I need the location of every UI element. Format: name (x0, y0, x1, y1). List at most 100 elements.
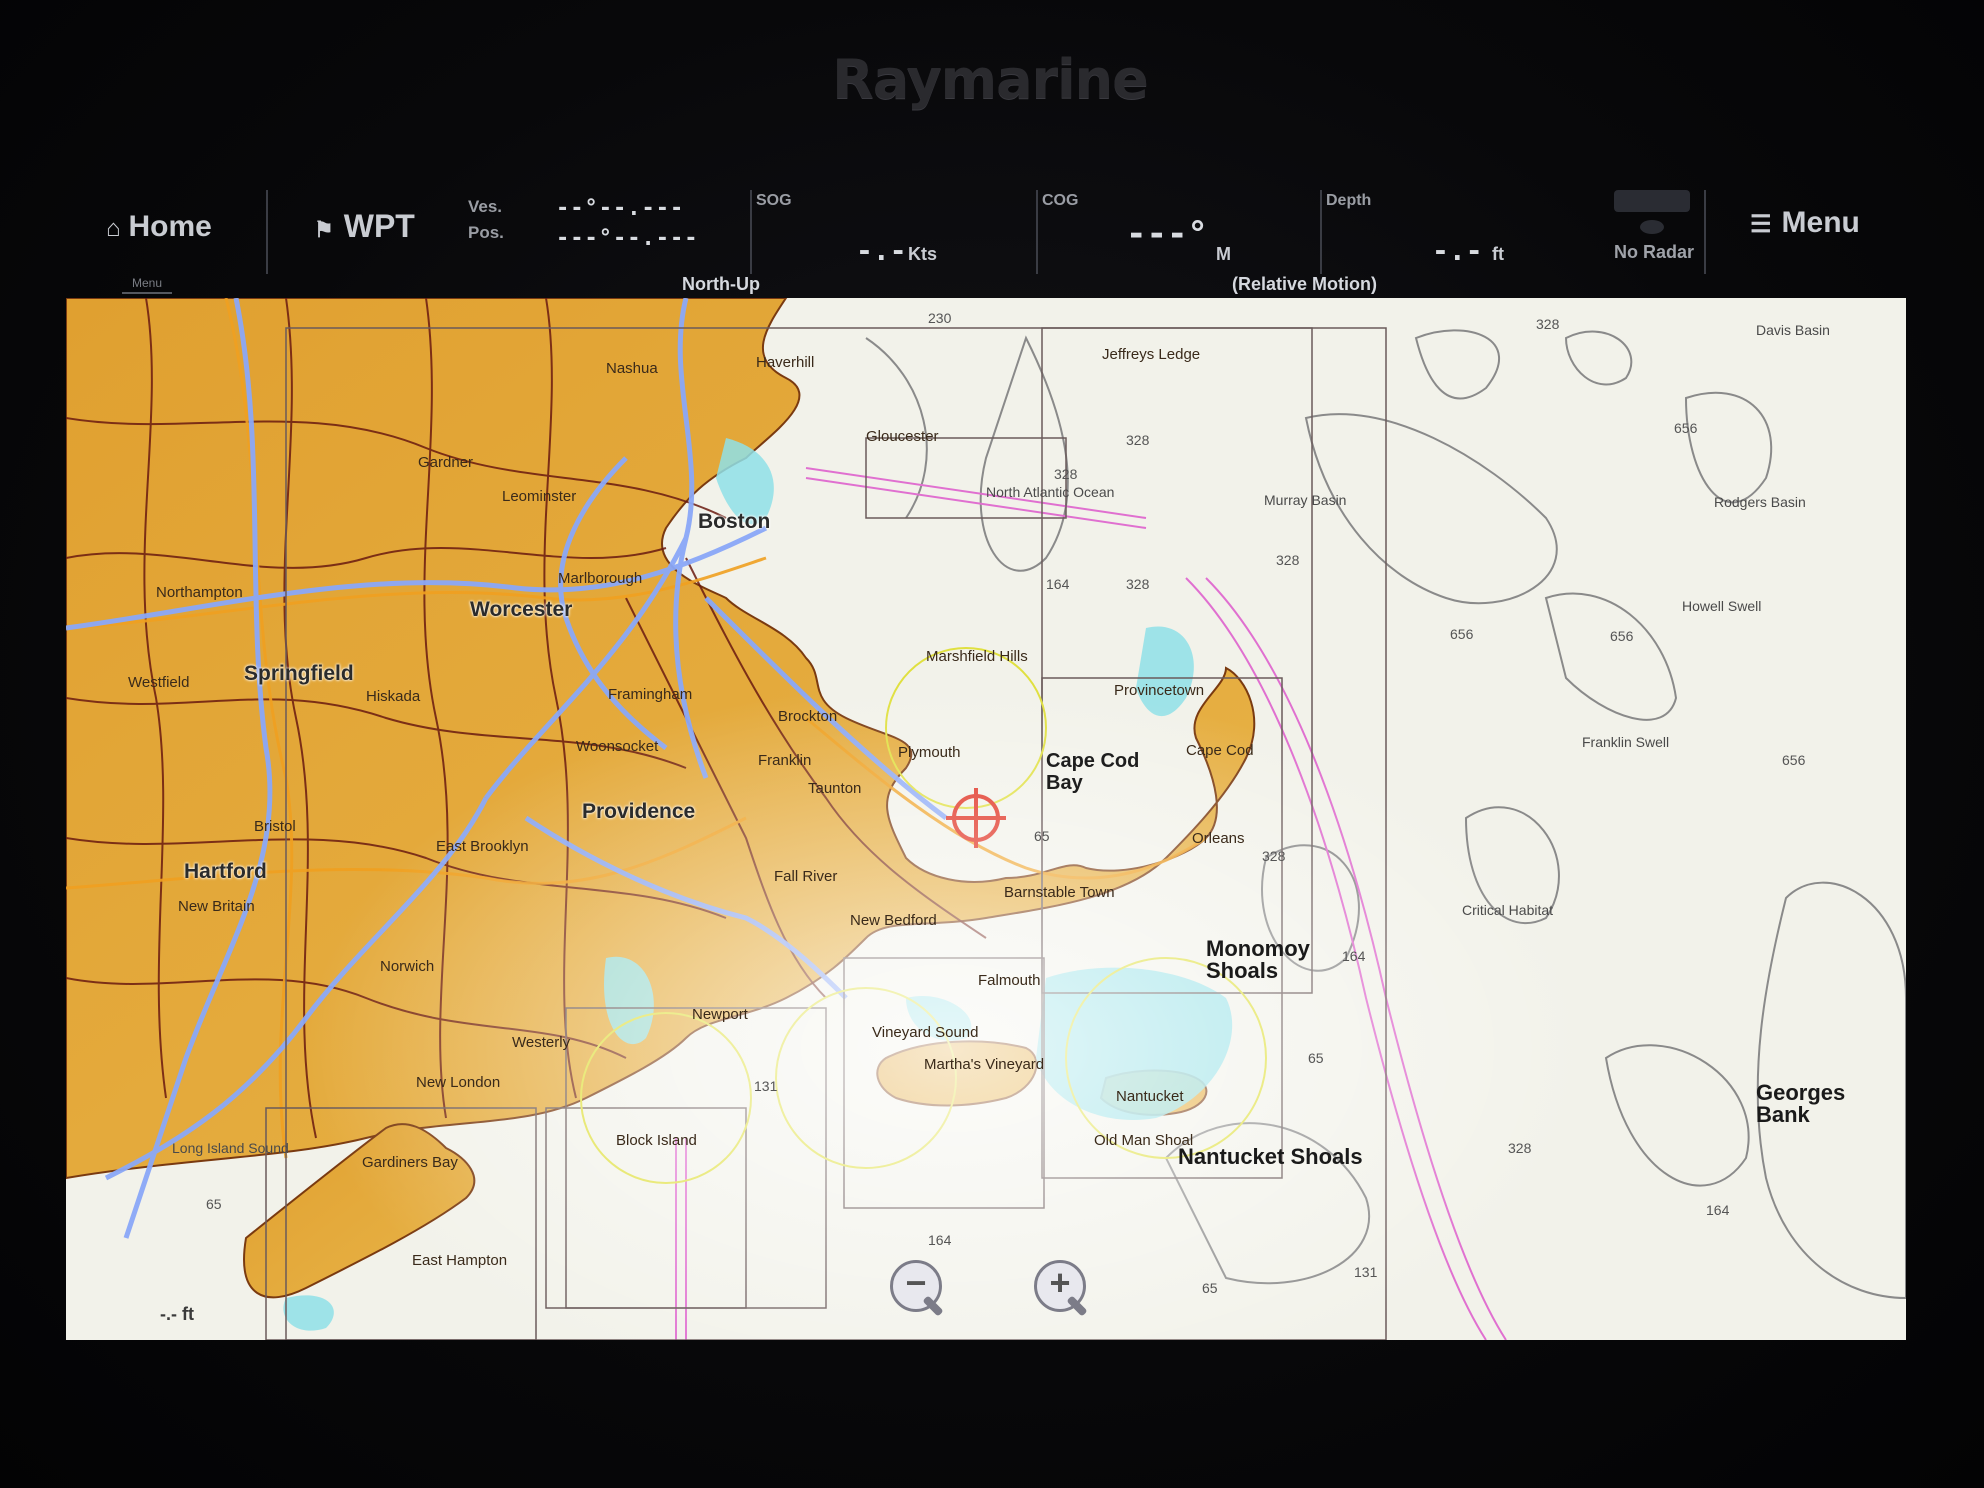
depth-sounding: 328 (1508, 1140, 1532, 1156)
town-label: Nashua (606, 360, 658, 377)
divider (750, 190, 752, 274)
town-label: Taunton (808, 780, 862, 797)
depth-sounding: 328 (1126, 576, 1150, 592)
home-icon: ⌂ (106, 215, 121, 242)
water-label: Rodgers Basin (1714, 494, 1806, 510)
menu-button[interactable]: ☰ Menu (1750, 206, 1860, 240)
town-label: Block Island (616, 1132, 697, 1149)
depth-value: -.- (1432, 234, 1483, 267)
town-label: East Hampton (412, 1252, 508, 1269)
feature-label-nantucket-shoals: Nantucket Shoals (1178, 1144, 1363, 1169)
town-label: Newport (692, 1006, 748, 1023)
town-label: Gardner (418, 454, 474, 471)
depth-sounding: 65 (1034, 828, 1050, 844)
motion-mode[interactable]: (Relative Motion) (1232, 274, 1377, 295)
town-label: Bristol (254, 818, 296, 835)
depth-unit: ft (1492, 244, 1504, 264)
depth-sounding: 656 (1674, 420, 1698, 436)
radar-status: No Radar (1614, 242, 1695, 262)
divider (1320, 190, 1322, 274)
latitude-value: --°--.--- (556, 196, 685, 221)
chart-depth-readout: -.- ft (160, 1304, 194, 1324)
orientation-mode[interactable]: North-Up (682, 274, 760, 295)
water-label: Davis Basin (1756, 322, 1830, 338)
brand-logo: Raymarine (832, 48, 1148, 111)
water-label: North Atlantic Ocean (986, 484, 1115, 500)
town-label: Brockton (778, 708, 838, 725)
home-label: Home (128, 210, 212, 243)
depth-sounding: 131 (754, 1078, 778, 1094)
depth-sounding: 230 (928, 310, 952, 326)
depth-label: Depth (1326, 192, 1372, 209)
depth-sounding: 656 (1782, 752, 1806, 768)
depth-sounding: 328 (1276, 552, 1300, 568)
town-label: Provincetown (1114, 682, 1205, 699)
water-label: Howell Swell (1682, 598, 1762, 614)
feature-label-monomoy-shoals: Monomoy Shoals (1206, 936, 1310, 983)
depth-sounding: 164 (1706, 1202, 1730, 1218)
town-label: Gloucester (866, 428, 939, 445)
status-bar: ⌂ Home Menu ⚑ WPT Ves. Pos. --°--.--- ---°… (66, 180, 1906, 298)
radar-dish-icon (1640, 220, 1664, 234)
town-label: Gardiners Bay (362, 1154, 458, 1171)
town-label: Woonsocket (576, 738, 659, 755)
divider (1036, 190, 1038, 274)
city-label: Hartford (184, 860, 267, 883)
sog-unit: Kts (908, 244, 938, 264)
water-label: Franklin Swell (1582, 734, 1670, 750)
vessel-position-label: Ves. Pos. (468, 194, 504, 246)
depth-sounding: 164 (928, 1232, 952, 1248)
radar-icon (1614, 190, 1690, 212)
chart-canvas[interactable] (66, 298, 1906, 1340)
menu-icon: ☰ (1750, 211, 1772, 238)
city-label: Providence (582, 800, 696, 823)
town-label: Norwich (380, 958, 435, 975)
town-label: New Bedford (850, 912, 937, 929)
depth-sounding: 65 (1308, 1050, 1324, 1066)
cog-unit: M (1216, 244, 1231, 264)
menu-label: Menu (1781, 206, 1860, 239)
wpt-button[interactable]: ⚑ WPT (314, 208, 415, 245)
water-label: Critical Habitat (1462, 902, 1554, 918)
town-label: New Britain (178, 898, 255, 915)
sog-value: -.- (856, 234, 907, 267)
nautical-chart[interactable]: Boston Worcester Springfield Providence … (66, 298, 1906, 1340)
town-label: Northampton (156, 584, 243, 601)
waypoint-flag-icon: ⚑ (314, 217, 334, 242)
depth-sounding: 65 (1202, 1280, 1218, 1296)
town-label: Haverhill (756, 354, 815, 371)
feature-label-georges-bank: Georges Bank (1756, 1080, 1846, 1127)
depth-sounding: 328 (1262, 848, 1286, 864)
divider (1704, 190, 1706, 274)
town-label: Nantucket (1116, 1088, 1184, 1105)
city-label: Springfield (244, 662, 354, 685)
screen-glare (66, 298, 1906, 1340)
longitude-value: ---°--.--- (556, 226, 699, 251)
depth-sounding: 656 (1450, 626, 1474, 642)
town-label: Hiskada (366, 688, 421, 705)
cog-value: ---° (1126, 214, 1208, 254)
vessel-position-value: --°--.--- ---°--.--- (556, 194, 698, 254)
pos-label: Pos. (468, 223, 504, 242)
town-label: New London (416, 1074, 501, 1091)
divider (266, 190, 268, 274)
home-button[interactable]: ⌂ Home (106, 210, 212, 244)
town-label: Orleans (1192, 830, 1245, 847)
water-label: Long Island Sound (172, 1140, 289, 1156)
city-label: Boston (698, 510, 771, 533)
town-label: Plymouth (898, 744, 961, 761)
town-label: Fall River (774, 868, 838, 885)
town-label: Falmouth (978, 972, 1041, 989)
depth-sounding: 164 (1046, 576, 1070, 592)
depth-sounding: 328 (1536, 316, 1560, 332)
town-label: Franklin (758, 752, 812, 769)
sog-label: SOG (756, 192, 792, 209)
town-label: Martha's Vineyard (924, 1056, 1045, 1073)
cog-label: COG (1042, 192, 1079, 209)
depth-sounding: 65 (206, 1196, 222, 1212)
ves-label: Ves. (468, 197, 503, 216)
town-label: Cape Cod (1186, 742, 1254, 759)
wpt-label: WPT (343, 208, 415, 244)
town-label: Westerly (512, 1034, 571, 1051)
town-label: Marshfield Hills (926, 648, 1028, 665)
